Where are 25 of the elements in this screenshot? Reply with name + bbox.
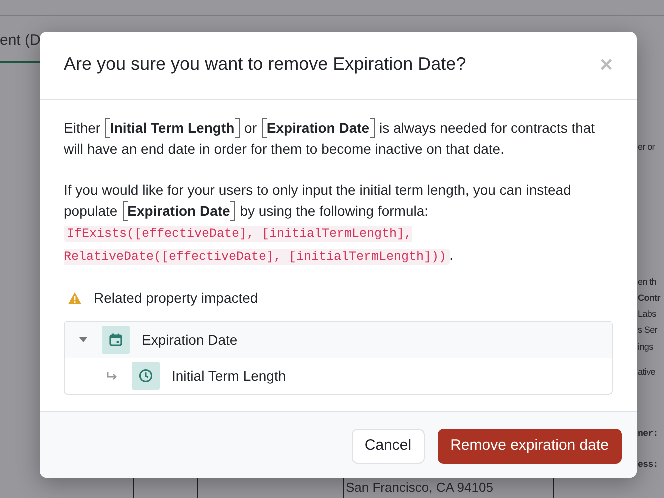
remove-button[interactable]: Remove expiration date (438, 429, 622, 464)
page-text: s Ser (638, 324, 658, 337)
cancel-button[interactable]: Cancel (352, 429, 425, 464)
tree-label: Expiration Date (142, 330, 238, 350)
tree-row[interactable]: Expiration Date (65, 322, 612, 358)
page-text: Contr (638, 292, 660, 305)
paragraph: If you would like for your users to only input the initial term length, you can instead populate Expiration Date by using the following formula: IfExists([effectiveDate], [initialTermLength], RelativeDate([effectiveDate], [initialTermLength])) . (64, 181, 572, 267)
page-text: Labs (638, 308, 656, 321)
address-text: San Francisco, CA 94105 (346, 479, 494, 497)
tree-row[interactable]: Initial Term Length (65, 358, 612, 394)
page-text: ative (638, 366, 656, 379)
page-text: ner: (638, 428, 658, 441)
tree-label: Initial Term Length (172, 366, 286, 386)
warning-icon (68, 292, 82, 305)
page-text: en th (638, 276, 657, 289)
caret-icon[interactable] (79, 337, 88, 343)
clock-icon (139, 369, 153, 383)
child-arrow-icon (107, 372, 118, 380)
calendar-icon (109, 333, 123, 347)
paragraph: Either Initial Term Length or Expiration Date is always needed for contracts that will have an end date in order for them to become inactive on that date. (64, 118, 596, 159)
warning-text: Related property impacted (94, 289, 258, 308)
page-text: ess: (638, 459, 658, 472)
dialog-title: Are you sure you want to remove Expiration Date? (64, 54, 466, 76)
page-text: ings (638, 341, 654, 354)
page-text: er or (638, 141, 656, 154)
